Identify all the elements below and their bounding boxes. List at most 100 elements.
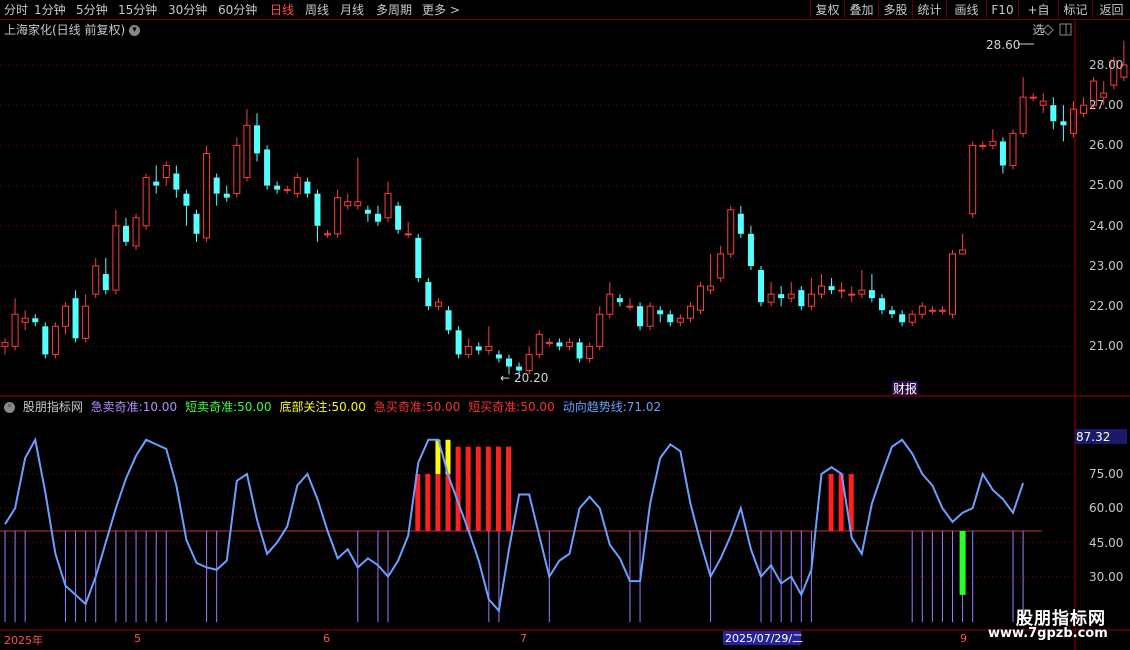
candle	[142, 173, 150, 230]
date-axis-label: 7	[520, 632, 527, 645]
legend-value: 10.00	[142, 400, 178, 414]
indicator-legend-items: 急卖奇准:10.00 短卖奇准:50.00 底部关注:50.00 急买奇准:50.00…	[91, 400, 669, 414]
candle	[42, 322, 49, 359]
candle	[21, 310, 29, 331]
candle	[395, 201, 402, 234]
candle	[213, 173, 220, 206]
price-axis-label: 23.00	[1089, 259, 1124, 273]
date-axis-label: 5	[134, 632, 141, 645]
candle	[334, 189, 342, 238]
indicator-axis-label: 75.00	[1089, 467, 1124, 481]
candle	[999, 137, 1006, 174]
indicator-name[interactable]: 股朋指标网	[23, 400, 83, 414]
candle	[193, 209, 200, 242]
settings-icon[interactable]: ◦	[4, 402, 15, 413]
candle	[1080, 97, 1088, 118]
legend-item: 短卖奇准:50.00	[185, 400, 275, 414]
candle	[344, 193, 352, 210]
buy-signal-bar	[435, 474, 441, 531]
candle	[82, 294, 90, 343]
price-axis-label: 24.00	[1089, 219, 1124, 233]
candle	[404, 221, 412, 238]
candle	[364, 205, 371, 222]
candle	[51, 322, 59, 359]
buy-signal-bar	[828, 474, 834, 531]
candle	[415, 233, 422, 283]
candle	[445, 306, 452, 335]
candle	[565, 338, 573, 351]
candle	[727, 205, 735, 258]
cursor-date: 2025/07/29/二	[725, 632, 803, 645]
candle	[293, 173, 301, 198]
current-indicator-value: 87.32	[1076, 430, 1110, 444]
indicator-axis-label: 45.00	[1089, 536, 1124, 550]
window-toggle-icon[interactable]	[1059, 23, 1072, 36]
candle	[1, 338, 9, 355]
candle	[807, 278, 815, 311]
candle	[545, 338, 553, 347]
buy-signal-bar	[455, 446, 461, 531]
candle	[374, 205, 381, 226]
candle	[132, 213, 140, 250]
candle	[586, 342, 594, 363]
legend-label: 急买奇准:	[373, 400, 426, 414]
legend-item: 底部关注:50.00	[279, 400, 369, 414]
candle	[465, 338, 473, 359]
candle	[354, 157, 362, 210]
diamond-icon[interactable]	[1042, 24, 1054, 36]
candle	[989, 129, 997, 150]
candle	[384, 181, 392, 222]
candle	[1019, 77, 1027, 138]
buy-signal-bar	[475, 446, 481, 531]
candle	[737, 205, 744, 238]
candle	[1009, 129, 1017, 170]
legend-label: 动向趋势线:	[562, 400, 627, 414]
candle	[676, 314, 684, 327]
price-axis-label: 28.00	[1089, 58, 1124, 72]
legend-item: 动向趋势线:71.02	[563, 400, 665, 414]
low-arrow-icon: ←	[500, 371, 510, 385]
candle	[778, 286, 785, 307]
candle	[858, 270, 866, 299]
candle	[485, 326, 493, 355]
candle	[758, 266, 764, 307]
candle	[949, 249, 957, 319]
candle	[122, 217, 129, 246]
candle	[817, 274, 825, 299]
candle	[747, 225, 754, 271]
candle	[969, 141, 977, 218]
candle	[495, 350, 502, 363]
candle	[1029, 93, 1037, 102]
candle	[233, 137, 241, 198]
candle	[697, 282, 705, 315]
candle	[162, 161, 170, 186]
candle	[61, 302, 69, 335]
legend-label: 急卖奇准:	[90, 400, 143, 414]
candle	[1039, 93, 1047, 114]
candle	[798, 286, 805, 311]
candle	[979, 141, 987, 150]
candle	[1050, 97, 1057, 130]
candle	[889, 306, 896, 319]
candle	[556, 338, 563, 351]
candle	[1069, 101, 1077, 138]
kline-chart-canvas[interactable]: 28.60 20.20 ← 财报 2025/07/29/二 87.32	[0, 0, 1130, 650]
legend-label: 底部关注:	[279, 400, 332, 414]
candle	[868, 274, 875, 303]
candle	[899, 310, 906, 327]
candle	[908, 310, 916, 327]
candle	[616, 294, 623, 307]
candle	[959, 233, 967, 255]
indicator-legend: ◦ 股朋指标网 急卖奇准:10.00 短卖奇准:50.00 底部关注:50.00 急买…	[4, 398, 673, 415]
candle	[102, 257, 109, 295]
buy-signal-bar	[465, 446, 471, 531]
legend-item: 急卖奇准:10.00	[91, 400, 181, 414]
legend-value: 50.00	[237, 400, 272, 414]
candle	[274, 181, 281, 194]
indicator-axis-label: 60.00	[1089, 501, 1124, 515]
high-price-label: 28.60	[986, 38, 1020, 52]
date-axis-label: 2025年	[4, 634, 43, 647]
event-badge[interactable]: 财报	[893, 381, 917, 396]
legend-value: 50.00	[520, 400, 555, 414]
candlestick-series	[1, 40, 1128, 379]
